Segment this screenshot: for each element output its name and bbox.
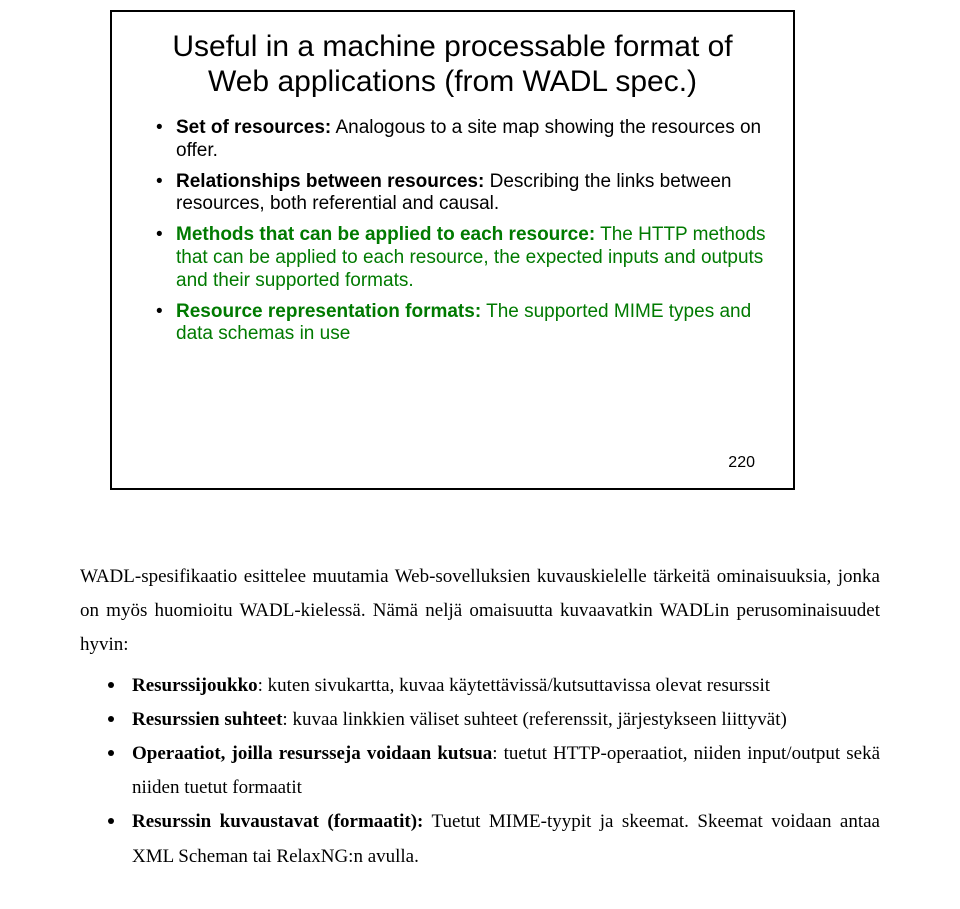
slide-bullet-label: Resource representation formats: bbox=[176, 301, 481, 322]
slide-bullet-label: Relationships between resources: bbox=[176, 171, 484, 192]
body-bullet-label: Operaatiot, joilla resursseja voidaan ku… bbox=[132, 743, 492, 764]
slide-bullet-item: Resource representation formats: The sup… bbox=[156, 301, 767, 347]
body-bullet-label: Resurssijoukko bbox=[132, 675, 258, 696]
body-bullet-item: Resurssijoukko: kuten sivukartta, kuvaa … bbox=[108, 669, 880, 703]
body-bullet-item: Resurssien suhteet: kuvaa linkkien välis… bbox=[108, 703, 880, 737]
slide-bullet-item: Set of resources: Analogous to a site ma… bbox=[156, 117, 767, 163]
body-bullet-list: Resurssijoukko: kuten sivukartta, kuvaa … bbox=[108, 669, 880, 874]
slide-bullet-item: Relationships between resources: Describ… bbox=[156, 171, 767, 217]
slide-box: Useful in a machine processable format o… bbox=[110, 10, 795, 490]
body-bullet-item: Operaatiot, joilla resursseja voidaan ku… bbox=[108, 737, 880, 805]
body-bullet-text: : kuvaa linkkien väliset suhteet (refere… bbox=[282, 709, 786, 730]
body-bullet-text: : kuten sivukartta, kuvaa käytettävissä/… bbox=[258, 675, 770, 696]
slide-bullet-label: Set of resources: bbox=[176, 117, 331, 138]
body-bullet-item: Resurssin kuvaustavat (formaatit): Tuetu… bbox=[108, 805, 880, 873]
slide-bullet-item: Methods that can be applied to each reso… bbox=[156, 224, 767, 292]
body-bullet-label: Resurssin kuvaustavat (formaatit): bbox=[132, 811, 423, 832]
slide-bullet-label: Methods that can be applied to each reso… bbox=[176, 224, 595, 245]
body-bullet-label: Resurssien suhteet bbox=[132, 709, 282, 730]
body-text: WADL-spesifikaatio esittelee muutamia We… bbox=[80, 560, 880, 874]
body-paragraph: WADL-spesifikaatio esittelee muutamia We… bbox=[80, 560, 880, 663]
slide-page-number: 220 bbox=[728, 454, 755, 472]
slide-bullet-list: Set of resources: Analogous to a site ma… bbox=[156, 117, 767, 346]
slide-title: Useful in a machine processable format o… bbox=[138, 30, 767, 99]
